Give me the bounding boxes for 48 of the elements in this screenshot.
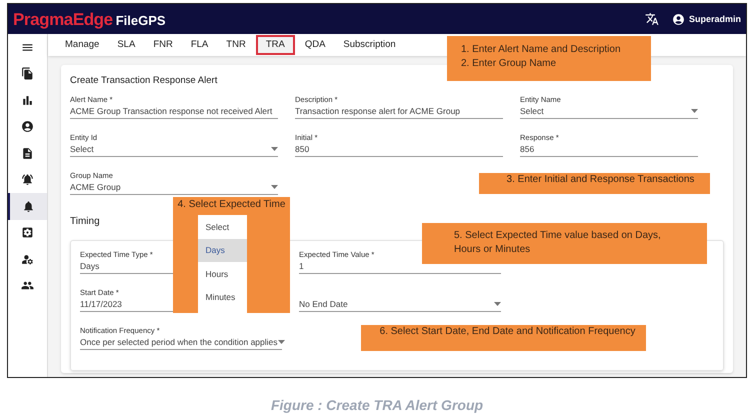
bell-icon [21,173,34,186]
input-field[interactable]: ACME Group Transaction response not received Alert [70,106,278,119]
copy-icon [21,67,34,80]
select-field[interactable]: Select [520,106,698,119]
gear-icon [21,226,34,240]
caret-icon [691,109,698,113]
callout-text: 2. Enter Group Name [461,57,558,71]
tab[interactable]: FLA [182,35,216,55]
callout-text: 6. Select Start Date, End Date and Notification Frequency [380,325,636,339]
caret-icon [278,340,285,344]
input-field[interactable]: Transaction response alert for ACME Group [295,106,503,119]
people-icon [21,279,34,292]
tab[interactable]: Manage [57,35,108,55]
tab[interactable]: FNR [145,35,181,55]
menu-item[interactable]: Hours [198,262,246,286]
tab[interactable]: TRA [256,35,295,55]
menu-item[interactable]: Minutes [198,286,246,309]
user-icon[interactable] [672,12,685,26]
section-title: Timing [70,216,100,228]
callout-text: 4. Select Expected Time [178,198,286,212]
translate-icon[interactable] [644,12,659,26]
caret-icon [271,147,278,151]
user-gear-icon [21,252,34,266]
tab[interactable]: SLA [109,35,144,55]
bell-icon [22,200,35,213]
user-name[interactable]: Superadmin [688,14,741,24]
logo: PragmaEdge FileGPS [13,10,166,28]
menu-item[interactable]: Days [198,238,246,262]
form-title: Create Transaction Response Alert [70,75,218,87]
select-field[interactable]: No End Date [299,299,501,312]
menu-item[interactable]: Select [198,215,246,238]
callout-text: 5. Select Expected Time value based on Days, Hours or Minutes [454,229,662,257]
input-field[interactable]: 856 [520,144,698,157]
figure-caption: Figure : Create TRA Alert Group [270,398,484,412]
tab[interactable]: QDA [296,35,334,55]
document-icon [21,146,34,160]
callout-text: 1. Enter Alert Name and Description [461,43,622,57]
select-field[interactable]: Once per selected period when the condition applies [80,337,282,350]
caret-icon [494,302,501,306]
select-field[interactable]: Select [70,144,278,157]
callout-text: 3. Enter Initial and Response Transactions [506,173,694,187]
caret-icon [271,185,278,189]
select-field[interactable]: ACME Group [70,182,278,195]
input-field[interactable]: 850 [295,144,503,157]
sidebar-item[interactable] [8,193,47,220]
tab[interactable]: TNR [218,35,254,55]
bar-chart-icon [21,94,34,107]
tab[interactable]: Subscription [335,35,404,55]
